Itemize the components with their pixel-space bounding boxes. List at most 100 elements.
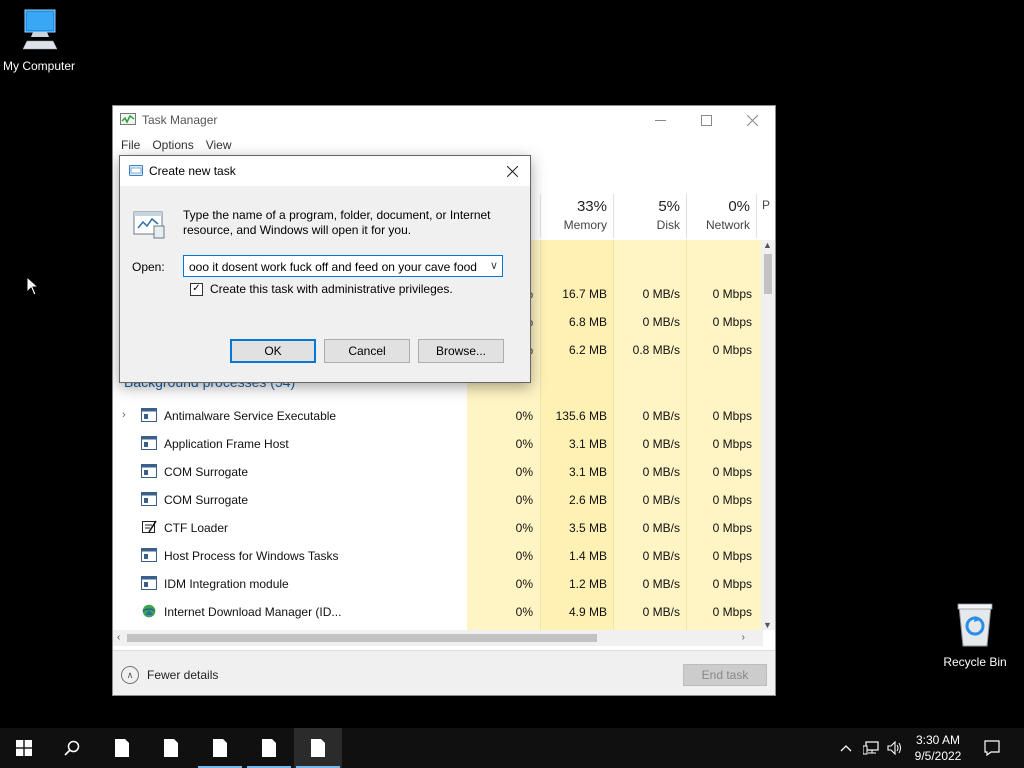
vertical-scrollbar[interactable]: ▲ ▼ (761, 240, 775, 630)
dialog-title-bar[interactable]: Create new task (120, 156, 530, 186)
footer-bar: ∧ Fewer details End task (113, 650, 775, 695)
open-combobox[interactable]: ooo it dosent work fuck off and feed on … (183, 255, 503, 277)
document-icon (311, 739, 325, 757)
disk-cell: 0 MB/s (642, 549, 680, 563)
browse-button[interactable]: Browse... (418, 339, 504, 363)
disk-cell: 0.8 MB/s (632, 343, 680, 357)
disk-cell: 0 MB/s (642, 409, 680, 423)
cancel-button[interactable]: Cancel (324, 339, 410, 363)
table-row[interactable]: CTF Loader 0% 3.5 MB 0 MB/s 0 Mbps (113, 514, 763, 542)
show-hidden-icons-button[interactable] (836, 728, 856, 768)
scrollbar-thumb[interactable] (127, 634, 597, 642)
menu-file[interactable]: File (121, 134, 146, 156)
taskbar-app-1[interactable] (98, 728, 146, 768)
run-icon (129, 165, 143, 176)
maximize-button[interactable] (683, 106, 729, 134)
memory-cell: 1.4 MB (568, 549, 607, 563)
taskbar-app-4[interactable] (245, 728, 293, 768)
desktop-icon-recycle-bin[interactable]: Recycle Bin (938, 602, 1012, 669)
taskbar-app-3[interactable] (196, 728, 244, 768)
column-name: Disk (656, 218, 680, 232)
network-cell: 0 Mbps (712, 437, 752, 451)
menu-view[interactable]: View (206, 134, 238, 156)
document-icon (262, 739, 276, 757)
title-bar[interactable]: Task Manager (113, 106, 775, 134)
clock[interactable]: 3:30 AM 9/5/2022 (906, 732, 970, 764)
service-icon (141, 436, 157, 450)
column-header-disk[interactable]: 5% Disk (613, 194, 686, 238)
scroll-left-icon[interactable]: ‹ (117, 632, 120, 643)
taskbar-app-5[interactable] (294, 728, 342, 768)
search-icon (64, 740, 80, 756)
desktop-icon-my-computer[interactable]: My Computer (0, 8, 78, 73)
taskbar-app-2[interactable] (147, 728, 195, 768)
network-cell: 0 Mbps (712, 521, 752, 535)
service-icon (141, 408, 157, 422)
column-name: Memory (563, 218, 607, 232)
menu-options[interactable]: Options (152, 134, 199, 156)
chevron-down-icon[interactable]: ∨ (490, 259, 498, 272)
dialog-title: Create new task (149, 164, 236, 178)
cpu-cell: 0% (515, 493, 533, 507)
volume-tray-button[interactable] (884, 728, 906, 768)
dialog-close-button[interactable] (501, 161, 523, 181)
minimize-button[interactable] (637, 106, 683, 134)
network-tray-button[interactable] (860, 728, 882, 768)
table-row[interactable]: IDM Integration module 0% 1.2 MB 0 MB/s … (113, 570, 763, 598)
computer-icon (22, 9, 58, 50)
memory-cell: 16.7 MB (562, 287, 607, 301)
process-name: Application Frame Host (164, 437, 289, 451)
cpu-cell: 0% (515, 577, 533, 591)
column-header-memory[interactable]: 33% Memory (540, 194, 613, 238)
service-icon (141, 492, 157, 506)
column-name: P (762, 198, 771, 212)
chevron-up-icon: ∧ (121, 666, 139, 684)
document-icon (213, 739, 227, 757)
minimize-icon (654, 119, 666, 121)
scroll-down-icon[interactable]: ▼ (763, 620, 772, 630)
action-center-button[interactable] (978, 728, 1006, 768)
windows-logo-icon (16, 740, 32, 756)
ctf-loader-icon (142, 520, 157, 533)
network-cell: 0 Mbps (712, 493, 752, 507)
table-row[interactable]: › Antimalware Service Executable 0% 135.… (113, 402, 763, 430)
search-button[interactable] (48, 728, 96, 768)
table-row[interactable]: COM Surrogate 0% 2.6 MB 0 MB/s 0 Mbps (113, 486, 763, 514)
fewer-details-label: Fewer details (147, 668, 219, 682)
open-label: Open: (132, 260, 165, 274)
table-row[interactable]: COM Surrogate 0% 3.1 MB 0 MB/s 0 Mbps (113, 458, 763, 486)
ok-button[interactable]: OK (230, 339, 316, 363)
column-header-power[interactable]: P (756, 194, 776, 238)
clock-date: 9/5/2022 (914, 749, 962, 763)
dialog-body: Type the name of a program, folder, docu… (120, 186, 530, 322)
expand-chevron-icon[interactable]: › (122, 409, 126, 421)
column-header-network[interactable]: 0% Network (686, 194, 756, 238)
desktop-icon-label: Recycle Bin (943, 655, 1007, 669)
horizontal-scrollbar[interactable]: ‹ › (113, 630, 763, 646)
admin-privileges-checkbox[interactable]: ✓ (190, 282, 203, 296)
network-cell: 0 Mbps (712, 315, 752, 329)
admin-privileges-option[interactable]: ✓ Create this task with administrative p… (190, 282, 453, 296)
document-icon (164, 739, 178, 757)
disk-cell: 0 MB/s (642, 437, 680, 451)
taskbar: 3:30 AM 9/5/2022 (0, 728, 1024, 768)
column-name: Network (705, 218, 750, 232)
close-button[interactable] (729, 106, 775, 134)
clock-time: 3:30 AM (915, 733, 961, 747)
open-input-value[interactable]: ooo it dosent work fuck off and feed on … (189, 260, 477, 274)
scroll-right-icon[interactable]: › (742, 632, 745, 643)
process-name: Host Process for Windows Tasks (164, 549, 339, 563)
network-cell: 0 Mbps (712, 287, 752, 301)
table-row[interactable]: Application Frame Host 0% 3.1 MB 0 MB/s … (113, 430, 763, 458)
scroll-up-icon[interactable]: ▲ (763, 240, 772, 250)
fewer-details-button[interactable]: ∧ Fewer details (121, 666, 218, 684)
column-pct: 5% (658, 198, 680, 215)
scrollbar-thumb[interactable] (764, 254, 772, 294)
table-row[interactable]: Internet Download Manager (ID... 0% 4.9 … (113, 598, 763, 626)
table-row[interactable]: Host Process for Windows Tasks 0% 1.4 MB… (113, 542, 763, 570)
end-task-button[interactable]: End task (683, 664, 767, 686)
memory-cell: 3.1 MB (568, 465, 607, 479)
start-button[interactable] (0, 728, 48, 768)
cpu-cell: 0% (515, 465, 533, 479)
maximize-icon (700, 114, 712, 126)
